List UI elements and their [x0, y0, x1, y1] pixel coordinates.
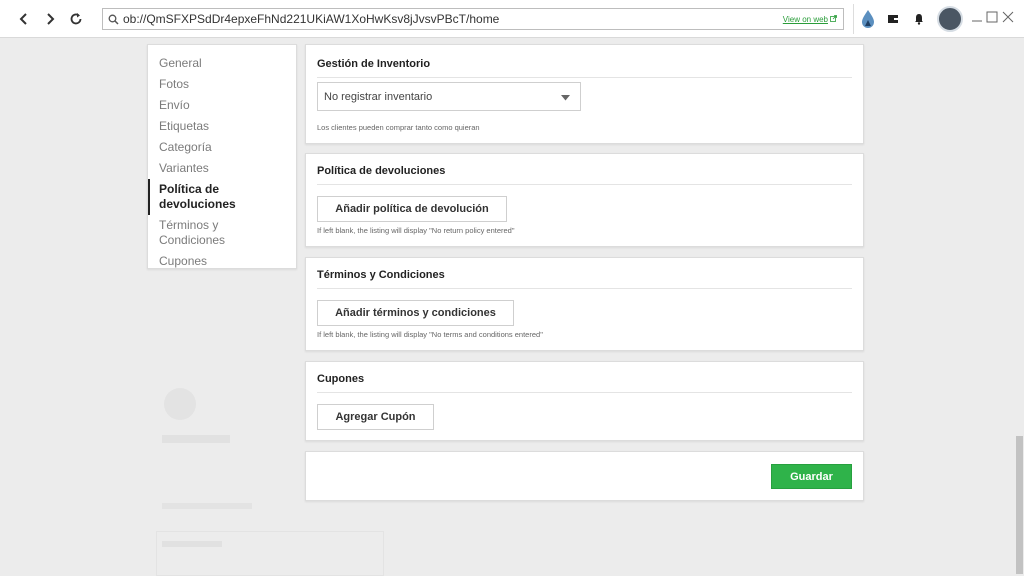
save-button[interactable]: Guardar — [771, 464, 852, 489]
view-on-web-link[interactable]: View on web — [783, 15, 837, 24]
return-policy-hint: If left blank, the listing will display … — [317, 226, 515, 235]
inventory-title: Gestión de Inventorio — [317, 58, 431, 70]
background-panel — [150, 285, 384, 576]
url-text[interactable]: ob://QmSFXPSdDr4epxeFhNd221UKiAW1XoHwKsv… — [123, 12, 783, 26]
terms-card: Términos y Condiciones Añadir términos y… — [305, 257, 864, 351]
chevron-down-icon — [561, 88, 570, 106]
browser-toolbar: ob://QmSFXPSdDr4epxeFhNd221UKiAW1XoHwKsv… — [0, 0, 1024, 38]
sidebar-item-politica-devoluciones[interactable]: Política de devoluciones — [148, 179, 296, 215]
coupons-title: Cupones — [317, 373, 365, 385]
scrollbar-thumb[interactable] — [1016, 436, 1023, 574]
divider — [317, 184, 852, 185]
add-terms-button[interactable]: Añadir términos y condiciones — [317, 300, 514, 326]
address-bar[interactable]: ob://QmSFXPSdDr4epxeFhNd221UKiAW1XoHwKsv… — [102, 8, 844, 30]
sidebar-item-categoria[interactable]: Categoría — [148, 137, 296, 158]
terms-title: Términos y Condiciones — [317, 269, 445, 281]
sidebar-item-fotos[interactable]: Fotos — [148, 74, 296, 95]
terms-hint: If left blank, the listing will display … — [317, 330, 543, 339]
divider — [317, 77, 852, 78]
divider — [317, 288, 852, 289]
sidebar-nav: General Fotos Envío Etiquetas Categoría … — [147, 44, 297, 269]
droplet-icon[interactable] — [857, 8, 879, 30]
forward-icon[interactable] — [40, 9, 60, 29]
bell-icon[interactable] — [908, 8, 930, 30]
sidebar-item-envio[interactable]: Envío — [148, 95, 296, 116]
coupons-card: Cupones Agregar Cupón — [305, 361, 864, 441]
inventory-select[interactable]: No registrar inventario — [317, 82, 581, 111]
inventory-card: Gestión de Inventorio No registrar inven… — [305, 44, 864, 144]
inventory-select-value: No registrar inventario — [324, 90, 433, 103]
sidebar-item-etiquetas[interactable]: Etiquetas — [148, 116, 296, 137]
add-coupon-button[interactable]: Agregar Cupón — [317, 404, 434, 430]
avatar[interactable] — [937, 6, 963, 32]
inventory-hint: Los clientes pueden comprar tanto como q… — [317, 123, 480, 132]
search-icon — [108, 14, 119, 25]
add-return-policy-button[interactable]: Añadir política de devolución — [317, 196, 507, 222]
return-policy-title: Política de devoluciones — [317, 165, 446, 177]
view-on-web-label[interactable]: View on web — [783, 15, 828, 24]
back-icon[interactable] — [14, 9, 34, 29]
return-policy-card: Política de devoluciones Añadir política… — [305, 153, 864, 247]
reload-icon[interactable] — [66, 9, 86, 29]
divider — [317, 392, 852, 393]
sidebar-item-cupones[interactable]: Cupones — [148, 251, 296, 272]
maximize-icon[interactable] — [985, 9, 999, 25]
save-footer: Guardar — [305, 451, 864, 501]
close-icon[interactable] — [1001, 9, 1015, 25]
external-link-icon — [830, 14, 837, 24]
sidebar-item-terminos[interactable]: Términos y Condiciones — [148, 215, 296, 251]
sidebar-item-general[interactable]: General — [148, 53, 296, 74]
sidebar-item-variantes[interactable]: Variantes — [148, 158, 296, 179]
wallet-icon[interactable] — [882, 8, 904, 30]
minimize-icon[interactable] — [970, 9, 984, 25]
toolbar-divider — [853, 4, 854, 34]
